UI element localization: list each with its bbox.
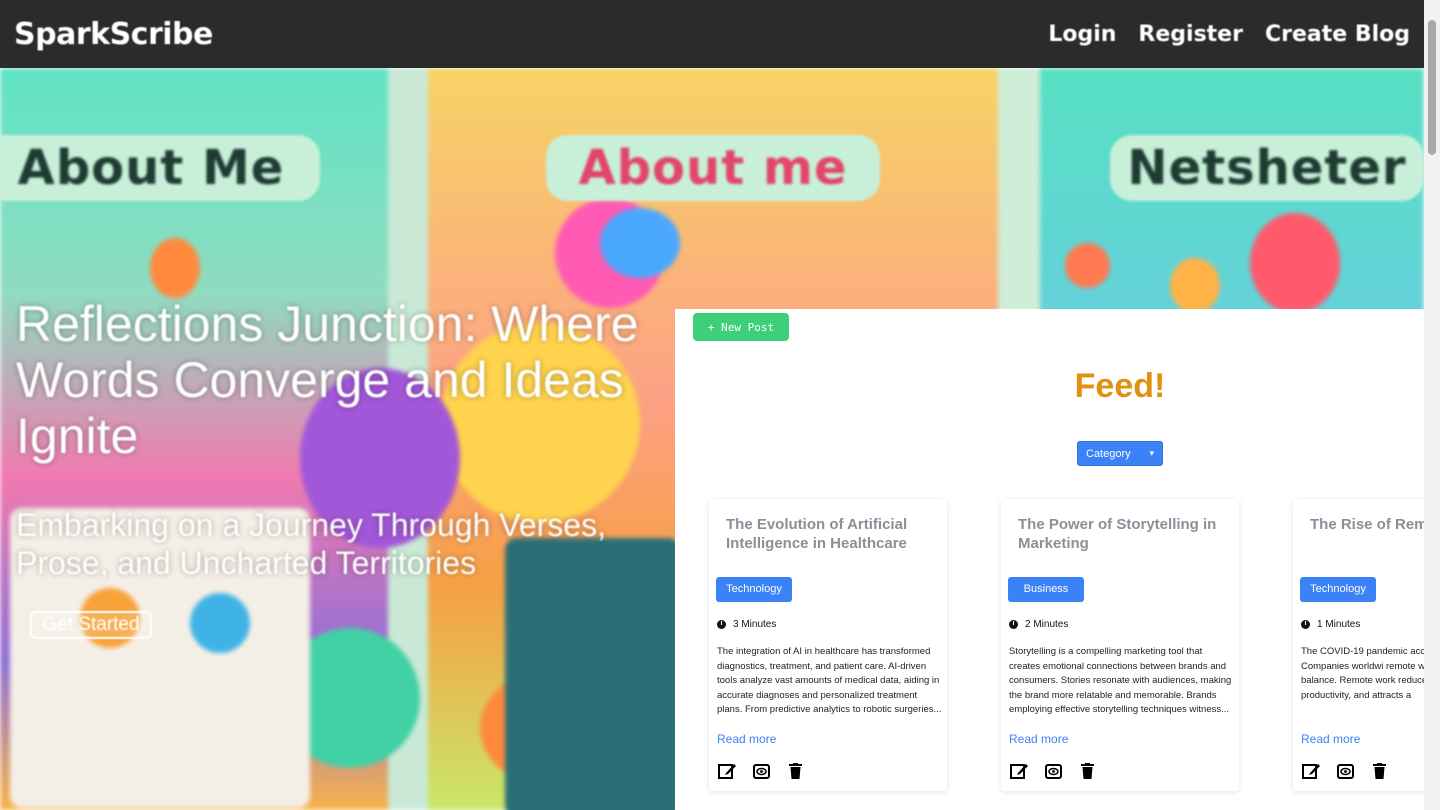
decor-blob <box>1250 213 1340 313</box>
nav-create-blog-link[interactable]: Create Blog <box>1265 22 1410 47</box>
post-excerpt: The COVID-19 pandemic accelera remote wo… <box>1301 646 1440 701</box>
post-actions <box>1009 762 1097 780</box>
read-time-text: 3 Minutes <box>733 619 777 630</box>
read-time-text: 1 Minutes <box>1317 619 1361 630</box>
feed-title-container: Feed! <box>675 367 1440 406</box>
illustration-sign: Netsheter <box>1110 135 1424 201</box>
nav-login-link[interactable]: Login <box>1048 22 1116 47</box>
nav-register-link[interactable]: Register <box>1138 22 1243 47</box>
post-actions <box>717 762 805 780</box>
feed-section: + New Post Feed! Category ▾ The Evolutio… <box>675 309 1440 810</box>
clock-icon <box>1301 620 1310 629</box>
scrollbar-thumb[interactable] <box>1428 20 1436 155</box>
post-title[interactable]: The Rise of Remote Culture <box>1310 515 1440 534</box>
decor-blob <box>150 238 200 298</box>
hero-subtitle: Embarking on a Journey Through Verses, P… <box>16 507 606 581</box>
chevron-down-icon: ▾ <box>1149 448 1154 458</box>
post-excerpt: The integration of AI in healthcare has … <box>717 646 942 715</box>
illustration-sign: About me <box>546 135 880 201</box>
read-more-link[interactable]: Read more <box>717 732 776 746</box>
feed-title: Feed! <box>1074 367 1166 405</box>
clock-icon <box>1009 620 1018 629</box>
post-card: The Rise of Remote Culture Technology 1 … <box>1293 499 1440 791</box>
post-category-badge[interactable]: Business <box>1008 577 1084 602</box>
view-icon[interactable] <box>1335 762 1355 780</box>
post-title[interactable]: The Evolution of Artificial Intelligence… <box>726 515 936 553</box>
delete-icon[interactable] <box>1369 762 1389 780</box>
new-post-button[interactable]: + New Post <box>693 313 789 341</box>
get-started-button[interactable]: Get Started <box>30 611 152 639</box>
delete-icon[interactable] <box>1077 762 1097 780</box>
edit-icon[interactable] <box>1009 762 1029 780</box>
read-more-link[interactable]: Read more <box>1009 732 1068 746</box>
post-read-time: 3 Minutes <box>717 619 776 630</box>
edit-icon[interactable] <box>1301 762 1321 780</box>
decor-blob <box>190 593 250 653</box>
post-title[interactable]: The Power of Storytelling in Marketing <box>1018 515 1228 553</box>
post-card: The Power of Storytelling in Marketing B… <box>1001 499 1239 791</box>
decor-blob <box>600 208 680 278</box>
post-card: The Evolution of Artificial Intelligence… <box>709 499 947 791</box>
post-category-badge[interactable]: Technology <box>1300 577 1376 602</box>
top-navbar: SparkScribe Login Register Create Blog <box>0 0 1424 68</box>
read-time-text: 2 Minutes <box>1025 619 1069 630</box>
brand-logo[interactable]: SparkScribe <box>14 17 213 52</box>
view-icon[interactable] <box>751 762 771 780</box>
read-more-link[interactable]: Read more <box>1301 732 1360 746</box>
post-actions <box>1301 762 1389 780</box>
post-read-time: 1 Minutes <box>1301 619 1360 630</box>
hero-title: Reflections Junction: Where Words Conver… <box>16 296 639 464</box>
category-select[interactable]: Category ▾ <box>1077 441 1163 466</box>
delete-icon[interactable] <box>785 762 805 780</box>
post-read-time: 2 Minutes <box>1009 619 1068 630</box>
illustration-sign: About Me <box>0 135 320 201</box>
clock-icon <box>717 620 726 629</box>
post-excerpt: Storytelling is a compelling marketing t… <box>1009 646 1232 715</box>
category-select-value: Category <box>1086 447 1131 460</box>
edit-icon[interactable] <box>717 762 737 780</box>
post-category-badge[interactable]: Technology <box>716 577 792 602</box>
page-scrollbar[interactable] <box>1424 0 1440 810</box>
decor-blob <box>1170 258 1220 313</box>
view-icon[interactable] <box>1043 762 1063 780</box>
nav-links: Login Register Create Blog <box>1048 22 1410 47</box>
decor-blob <box>1065 243 1110 288</box>
